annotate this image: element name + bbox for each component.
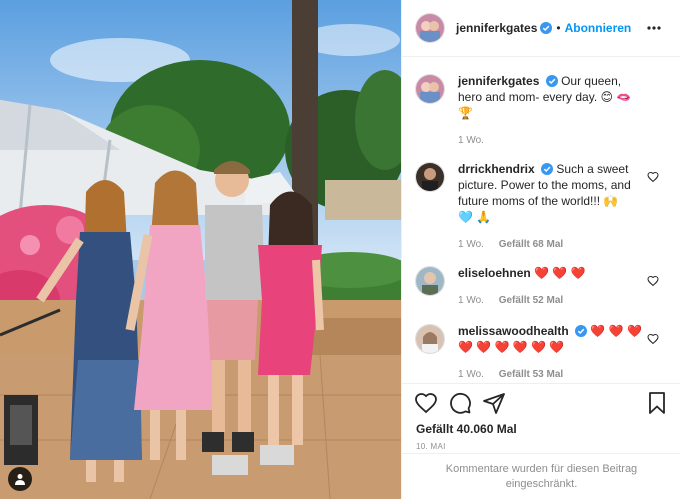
comment-username[interactable]: drrickhendrix — [458, 162, 535, 176]
comment-username[interactable]: melissawoodhealth — [458, 324, 569, 338]
comment-item: melissawoodhealth ❤️ ❤️ ❤️ ❤️ ❤️ ❤️ ❤️ ❤… — [416, 323, 667, 383]
verified-badge-icon — [540, 22, 553, 34]
more-options-icon — [647, 26, 661, 30]
comment-body: drrickhendrix Such a sweet picture. Powe… — [458, 161, 648, 253]
comment-emoji-line: ❤️ ❤️ ❤️ ❤️ ❤️ ❤️ — [458, 340, 565, 354]
verified-badge-icon — [541, 163, 554, 175]
comment-meta: 1 Wo. Gefällt 52 Mal — [458, 293, 648, 309]
action-icons-row — [402, 386, 680, 420]
comment-body: melissawoodhealth ❤️ ❤️ ❤️ ❤️ ❤️ ❤️ ❤️ ❤… — [458, 323, 648, 383]
caption-meta: 1 Wo. — [458, 133, 648, 149]
post-side-panel: jenniferkgates • Abonnieren jenniferkgat… — [401, 0, 680, 499]
comment-time[interactable]: 1 Wo. — [458, 239, 484, 250]
post-caption: jenniferkgates Our queen, hero and mom- … — [416, 73, 667, 149]
comment-body: eliseloehnen ❤️ ❤️ ❤️ 1 Wo. Gefällt 52 M… — [458, 265, 648, 309]
comment-emoji-line: 🩵 🙏 — [458, 210, 492, 224]
verified-badge-icon — [575, 325, 588, 337]
post-header: jenniferkgates • Abonnieren — [402, 0, 680, 57]
comment-icon[interactable] — [448, 391, 472, 415]
comment-heart-icon[interactable] — [647, 275, 659, 287]
comment-time[interactable]: 1 Wo. — [458, 369, 484, 380]
commenter-avatar[interactable] — [416, 325, 444, 353]
author-username[interactable]: jenniferkgates — [456, 21, 537, 35]
comment-username[interactable]: eliseloehnen — [458, 266, 531, 280]
follow-button[interactable]: Abonnieren — [565, 21, 632, 35]
comment-meta: 1 Wo. Gefällt 68 Mal — [458, 237, 648, 253]
comment-text: ❤️ ❤️ ❤️ — [534, 266, 586, 280]
comment-heart-icon[interactable] — [647, 171, 659, 183]
bookmark-icon[interactable] — [645, 391, 669, 415]
heart-icon[interactable] — [414, 391, 438, 415]
comment-time[interactable]: 1 Wo. — [458, 295, 484, 306]
caption-username[interactable]: jenniferkgates — [458, 74, 539, 88]
post-actions-area: Gefällt 40.060 Mal 10. MAI Kommentare wu… — [402, 383, 680, 499]
instagram-post: jenniferkgates • Abonnieren jenniferkgat… — [0, 0, 680, 499]
author-avatar[interactable] — [416, 14, 444, 42]
caption-time[interactable]: 1 Wo. — [458, 135, 484, 146]
more-options-button[interactable] — [642, 16, 666, 40]
comment-item: eliseloehnen ❤️ ❤️ ❤️ 1 Wo. Gefällt 52 M… — [416, 265, 667, 309]
post-date[interactable]: 10. MAI — [402, 442, 680, 451]
share-icon[interactable] — [482, 391, 506, 415]
comments-restricted-notice: Kommentare wurden für diesen Beitrag ein… — [402, 453, 680, 499]
header-separator: • — [556, 21, 561, 35]
post-likes-count[interactable]: Gefällt 40.060 Mal — [402, 422, 680, 436]
verified-badge-icon — [545, 75, 558, 87]
user-tag-button[interactable] — [8, 467, 32, 491]
comment-meta: 1 Wo. Gefällt 53 Mal — [458, 367, 648, 383]
comment-likes[interactable]: Gefällt 52 Mal — [499, 295, 563, 306]
post-photo[interactable] — [0, 0, 401, 499]
family-photo-illustration — [0, 0, 401, 499]
comment-item: drrickhendrix Such a sweet picture. Powe… — [416, 161, 667, 253]
commenter-avatar[interactable] — [416, 267, 444, 295]
comment-likes[interactable]: Gefällt 68 Mal — [499, 239, 563, 250]
caption-author-avatar[interactable] — [416, 75, 444, 103]
comment-heart-icon[interactable] — [647, 333, 659, 345]
comment-likes[interactable]: Gefällt 53 Mal — [499, 369, 563, 380]
caption-body: jenniferkgates Our queen, hero and mom- … — [458, 73, 648, 149]
comments-list: jenniferkgates Our queen, hero and mom- … — [402, 57, 680, 383]
commenter-avatar[interactable] — [416, 163, 444, 191]
comment-text: ❤️ ❤️ ❤️ — [590, 324, 642, 338]
user-tag-icon — [15, 474, 25, 485]
